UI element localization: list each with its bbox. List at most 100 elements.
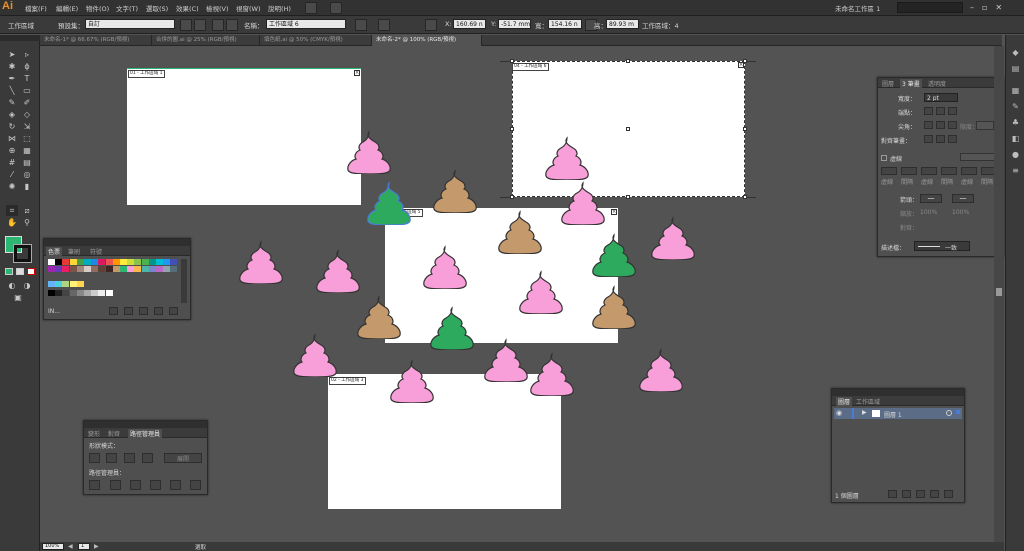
swatch[interactable] (76, 281, 84, 287)
artboard-number[interactable]: 1 (78, 543, 90, 550)
minus-back-icon[interactable] (190, 480, 201, 490)
dashed-checkbox[interactable] (881, 155, 887, 161)
swatch[interactable] (84, 290, 91, 296)
clipping-mask-icon[interactable] (902, 490, 911, 498)
scale-end-input[interactable]: 100% (952, 209, 969, 216)
brushes-icon[interactable]: ✎ (1010, 101, 1021, 112)
artboard-1-label[interactable]: 01 - 工作區域 1 (128, 70, 165, 78)
zoom-select[interactable]: 100% (42, 543, 64, 550)
swatch[interactable] (48, 281, 55, 287)
portrait-icon[interactable] (180, 19, 192, 31)
poop-shape-brown[interactable] (354, 295, 404, 339)
swatch[interactable] (134, 259, 142, 265)
poop-shape-pink[interactable] (313, 249, 363, 293)
rectangle-tool-icon[interactable]: ▭ (21, 85, 33, 96)
artboard-close-icon[interactable]: × (611, 209, 617, 215)
dash-field[interactable] (961, 167, 977, 175)
swatch[interactable] (62, 266, 70, 272)
artboard-3-label[interactable]: 02 - 工作區域 3 (329, 377, 366, 385)
dash-field[interactable] (881, 167, 897, 175)
swatch[interactable] (48, 259, 55, 265)
swatch[interactable] (91, 259, 99, 265)
poop-shape-pink[interactable] (290, 333, 340, 377)
vertical-scrollbar[interactable] (994, 46, 1004, 542)
menu-effect[interactable]: 效果(C) (176, 3, 199, 13)
screen-mode-icon[interactable]: ▣ (12, 292, 24, 303)
swatch[interactable] (84, 266, 91, 272)
swatch[interactable] (141, 259, 149, 265)
swatch[interactable] (98, 290, 106, 296)
swatch[interactable] (105, 290, 113, 296)
poop-shape-pink[interactable] (636, 348, 686, 392)
new-swatch-icon[interactable] (154, 307, 163, 315)
none-mode-icon[interactable] (27, 268, 35, 275)
move-with-artboard-icon[interactable] (355, 19, 367, 31)
swatch[interactable] (48, 290, 55, 296)
selection-tool-icon[interactable]: ➤ (6, 49, 18, 60)
swatch[interactable] (98, 266, 106, 272)
limit-input[interactable] (976, 121, 994, 130)
swatch[interactable] (112, 266, 120, 272)
swatch[interactable] (148, 259, 156, 265)
poop-shape-pink[interactable] (387, 359, 437, 403)
swatch[interactable] (55, 266, 63, 272)
swatch[interactable] (69, 266, 77, 272)
scale-tool-icon[interactable]: ⇲ (21, 121, 33, 132)
bridge-icon[interactable] (305, 2, 317, 14)
width-tool-icon[interactable]: ⋈ (6, 133, 18, 144)
preset-select[interactable]: 自訂 (85, 19, 175, 29)
gradient-mode-icon[interactable] (16, 268, 24, 275)
tab-doc-3[interactable]: 填色紙.ai @ 50% (CMYK/預視) (260, 35, 372, 46)
swatch[interactable] (62, 281, 70, 287)
blend-tool-icon[interactable]: ◎ (21, 169, 33, 180)
arrow-start-select[interactable]: — (920, 194, 942, 203)
projecting-cap-icon[interactable] (948, 107, 957, 115)
poop-shape-green[interactable] (589, 233, 639, 277)
tab-artboards[interactable]: 工作區域 (856, 397, 880, 406)
swatch[interactable] (48, 266, 55, 272)
stroke-icon[interactable]: ≡ (1010, 165, 1021, 176)
swatch[interactable] (148, 266, 156, 272)
swatch[interactable] (91, 266, 99, 272)
swatch[interactable] (163, 266, 171, 272)
perspective-grid-icon[interactable]: ▦ (21, 145, 33, 156)
center-point[interactable] (626, 127, 630, 131)
color-icon[interactable]: ◆ (1010, 47, 1021, 58)
tab-doc-4[interactable]: 未命名-2* @ 100% (RGB/預視) (372, 35, 482, 46)
tab-pathfinder[interactable]: 路徑管理員 (128, 429, 163, 438)
paintbrush-tool-icon[interactable]: ✎ (6, 97, 18, 108)
gradient-tool-icon[interactable]: ▤ (21, 157, 33, 168)
merge-icon[interactable] (130, 480, 141, 490)
lasso-tool-icon[interactable]: ϕ (21, 61, 33, 72)
poop-shape-pink[interactable] (516, 270, 566, 314)
draw-mode-icon[interactable]: ◐ (6, 280, 18, 291)
resize-handle[interactable] (626, 195, 630, 199)
search-input[interactable] (897, 2, 963, 13)
swatch[interactable] (170, 266, 178, 272)
menu-select[interactable]: 選取(S) (146, 3, 168, 13)
swatch[interactable] (141, 266, 149, 272)
workspace-switcher[interactable]: 未命名工作區 1 (835, 3, 880, 13)
resize-handle[interactable] (510, 195, 514, 199)
swatch[interactable] (127, 266, 135, 272)
line-tool-icon[interactable]: ╲ (6, 85, 18, 96)
poop-shape-pink[interactable] (481, 338, 531, 382)
resize-handle[interactable] (510, 59, 514, 63)
resize-handle[interactable] (626, 59, 630, 63)
crop-icon[interactable] (150, 480, 161, 490)
direct-selection-tool-icon[interactable]: ▹ (21, 49, 33, 60)
swatch[interactable] (62, 259, 70, 265)
intersect-icon[interactable] (124, 453, 135, 463)
tab-layers[interactable]: 圖層 (836, 397, 853, 406)
options-icon[interactable] (378, 19, 390, 31)
zoom-tool-icon[interactable]: ⚲ (21, 217, 33, 228)
menu-help[interactable]: 說明(H) (268, 3, 291, 13)
swatch[interactable] (55, 259, 63, 265)
layer-row[interactable]: ◉ ▶ 圖層 1 (834, 408, 962, 419)
tab-symbols[interactable]: 符號 (90, 247, 102, 256)
menu-object[interactable]: 物件(O) (86, 3, 109, 13)
swatch[interactable] (120, 266, 127, 272)
graph-tool-icon[interactable]: ▮ (21, 181, 33, 192)
divide-icon[interactable] (89, 480, 100, 490)
poop-shape-green[interactable] (364, 181, 414, 225)
